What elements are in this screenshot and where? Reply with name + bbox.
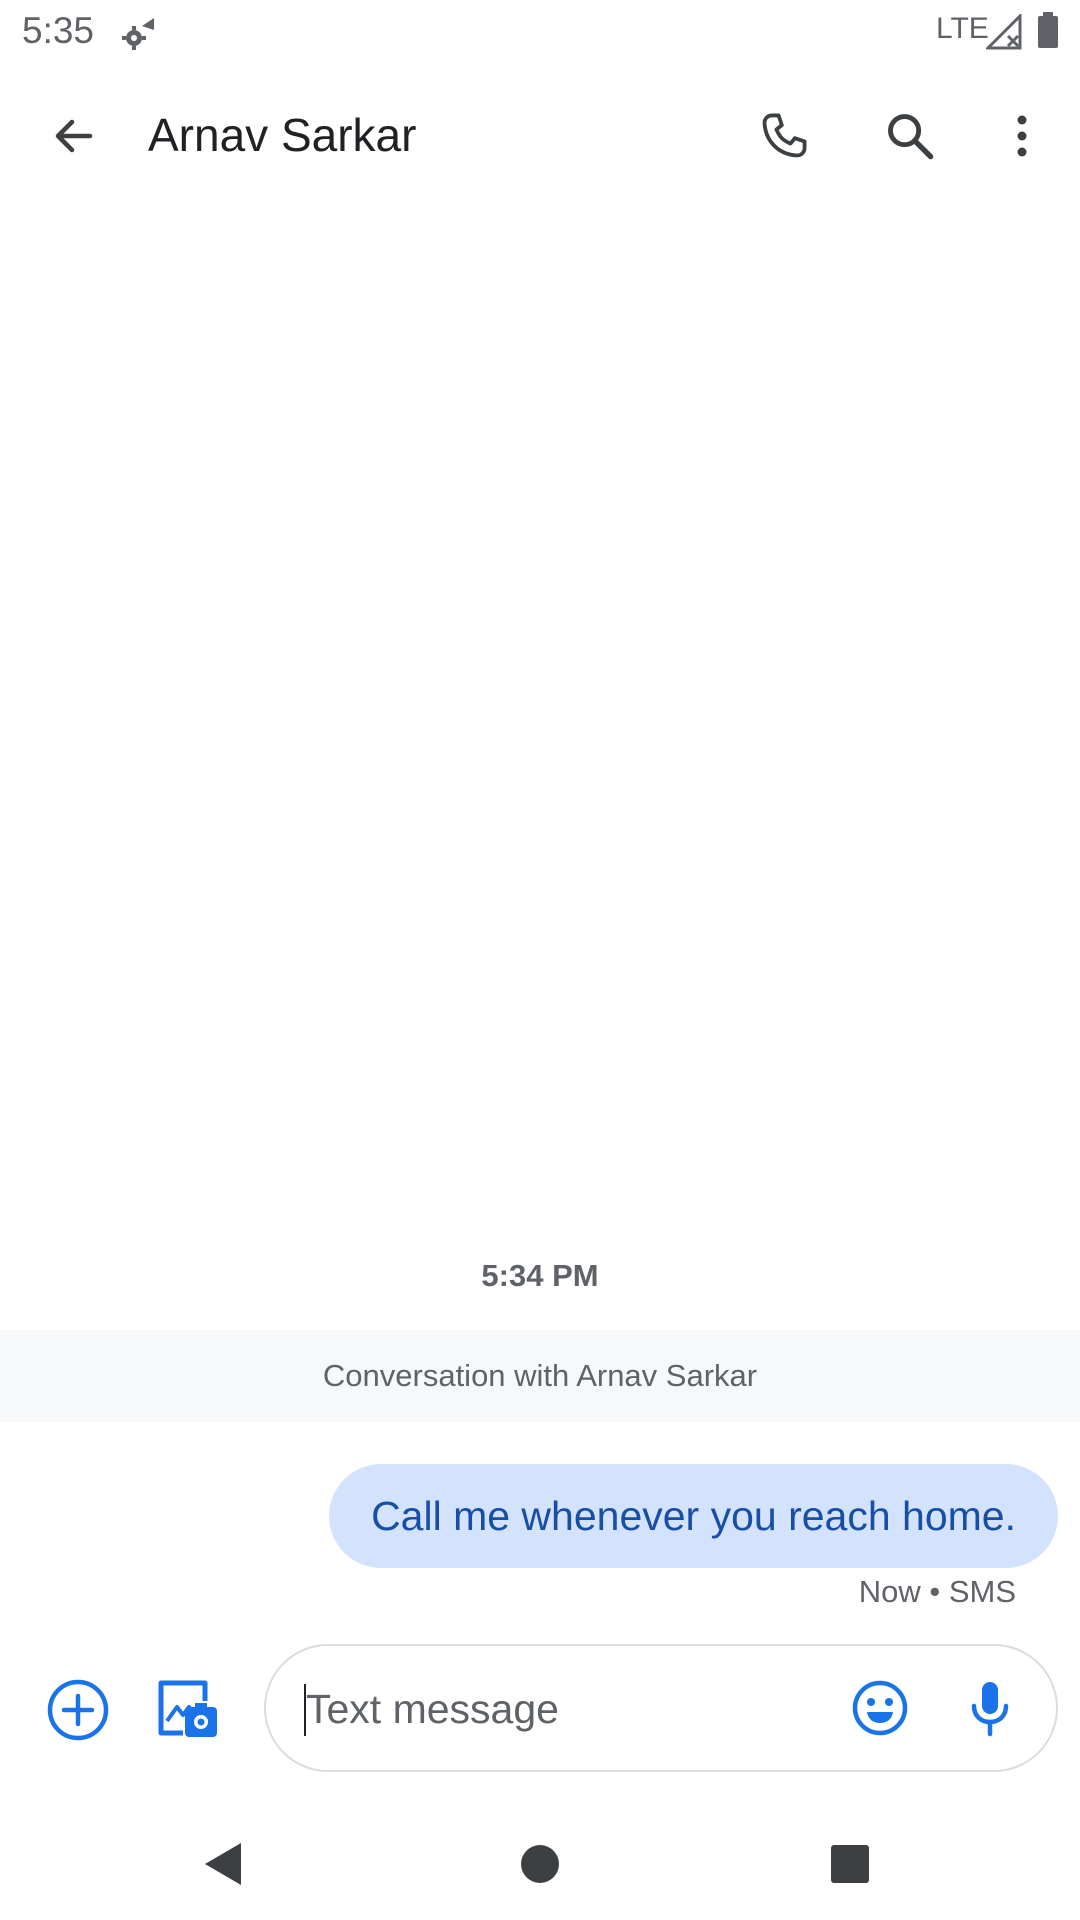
message-status: Now • SMS (858, 1574, 1016, 1609)
conversation-banner: Conversation with Arnav Sarkar (0, 1330, 1080, 1422)
more-vert-icon (1017, 115, 1027, 157)
nav-recents-button[interactable] (812, 1826, 888, 1902)
back-button[interactable] (38, 100, 110, 172)
add-attachment-button[interactable] (40, 1672, 116, 1748)
voice-input-button[interactable] (952, 1670, 1028, 1746)
emoji-button[interactable] (842, 1670, 918, 1746)
settings-sync-icon (122, 18, 154, 50)
nav-home-icon (521, 1845, 559, 1883)
emoji-icon (852, 1680, 908, 1736)
app-bar: Arnav Sarkar (0, 64, 1080, 208)
nav-home-button[interactable] (502, 1826, 578, 1902)
nav-recents-icon (831, 1845, 869, 1883)
message-timestamp: 5:34 PM (481, 1258, 599, 1293)
more-options-button[interactable] (986, 100, 1058, 172)
nav-back-icon (205, 1843, 241, 1885)
compose-field[interactable] (264, 1644, 1058, 1772)
add-circle-icon (47, 1679, 109, 1741)
nav-back-button[interactable] (186, 1826, 262, 1902)
call-button[interactable] (748, 100, 820, 172)
status-bar: 5:35 LTE (0, 0, 1080, 64)
conversation-banner-text: Conversation with Arnav Sarkar (322, 1358, 758, 1393)
signal-icon (986, 14, 1022, 50)
network-type: LTE (936, 12, 989, 45)
system-navigation-bar (0, 1800, 1080, 1920)
search-button[interactable] (874, 100, 946, 172)
back-arrow-icon (55, 119, 93, 153)
contact-title: Arnav Sarkar (148, 109, 417, 161)
message-input[interactable] (306, 1672, 786, 1746)
battery-icon (1038, 12, 1058, 48)
message-text: Call me whenever you reach home. (371, 1492, 1016, 1539)
gallery-button[interactable] (150, 1672, 226, 1748)
gallery-camera-icon (158, 1680, 217, 1737)
search-icon (888, 114, 934, 160)
mic-icon (971, 1682, 1009, 1737)
outgoing-message-bubble[interactable]: Call me whenever you reach home. (329, 1464, 1058, 1568)
phone-icon (762, 113, 807, 158)
status-time: 5:35 (22, 10, 95, 51)
